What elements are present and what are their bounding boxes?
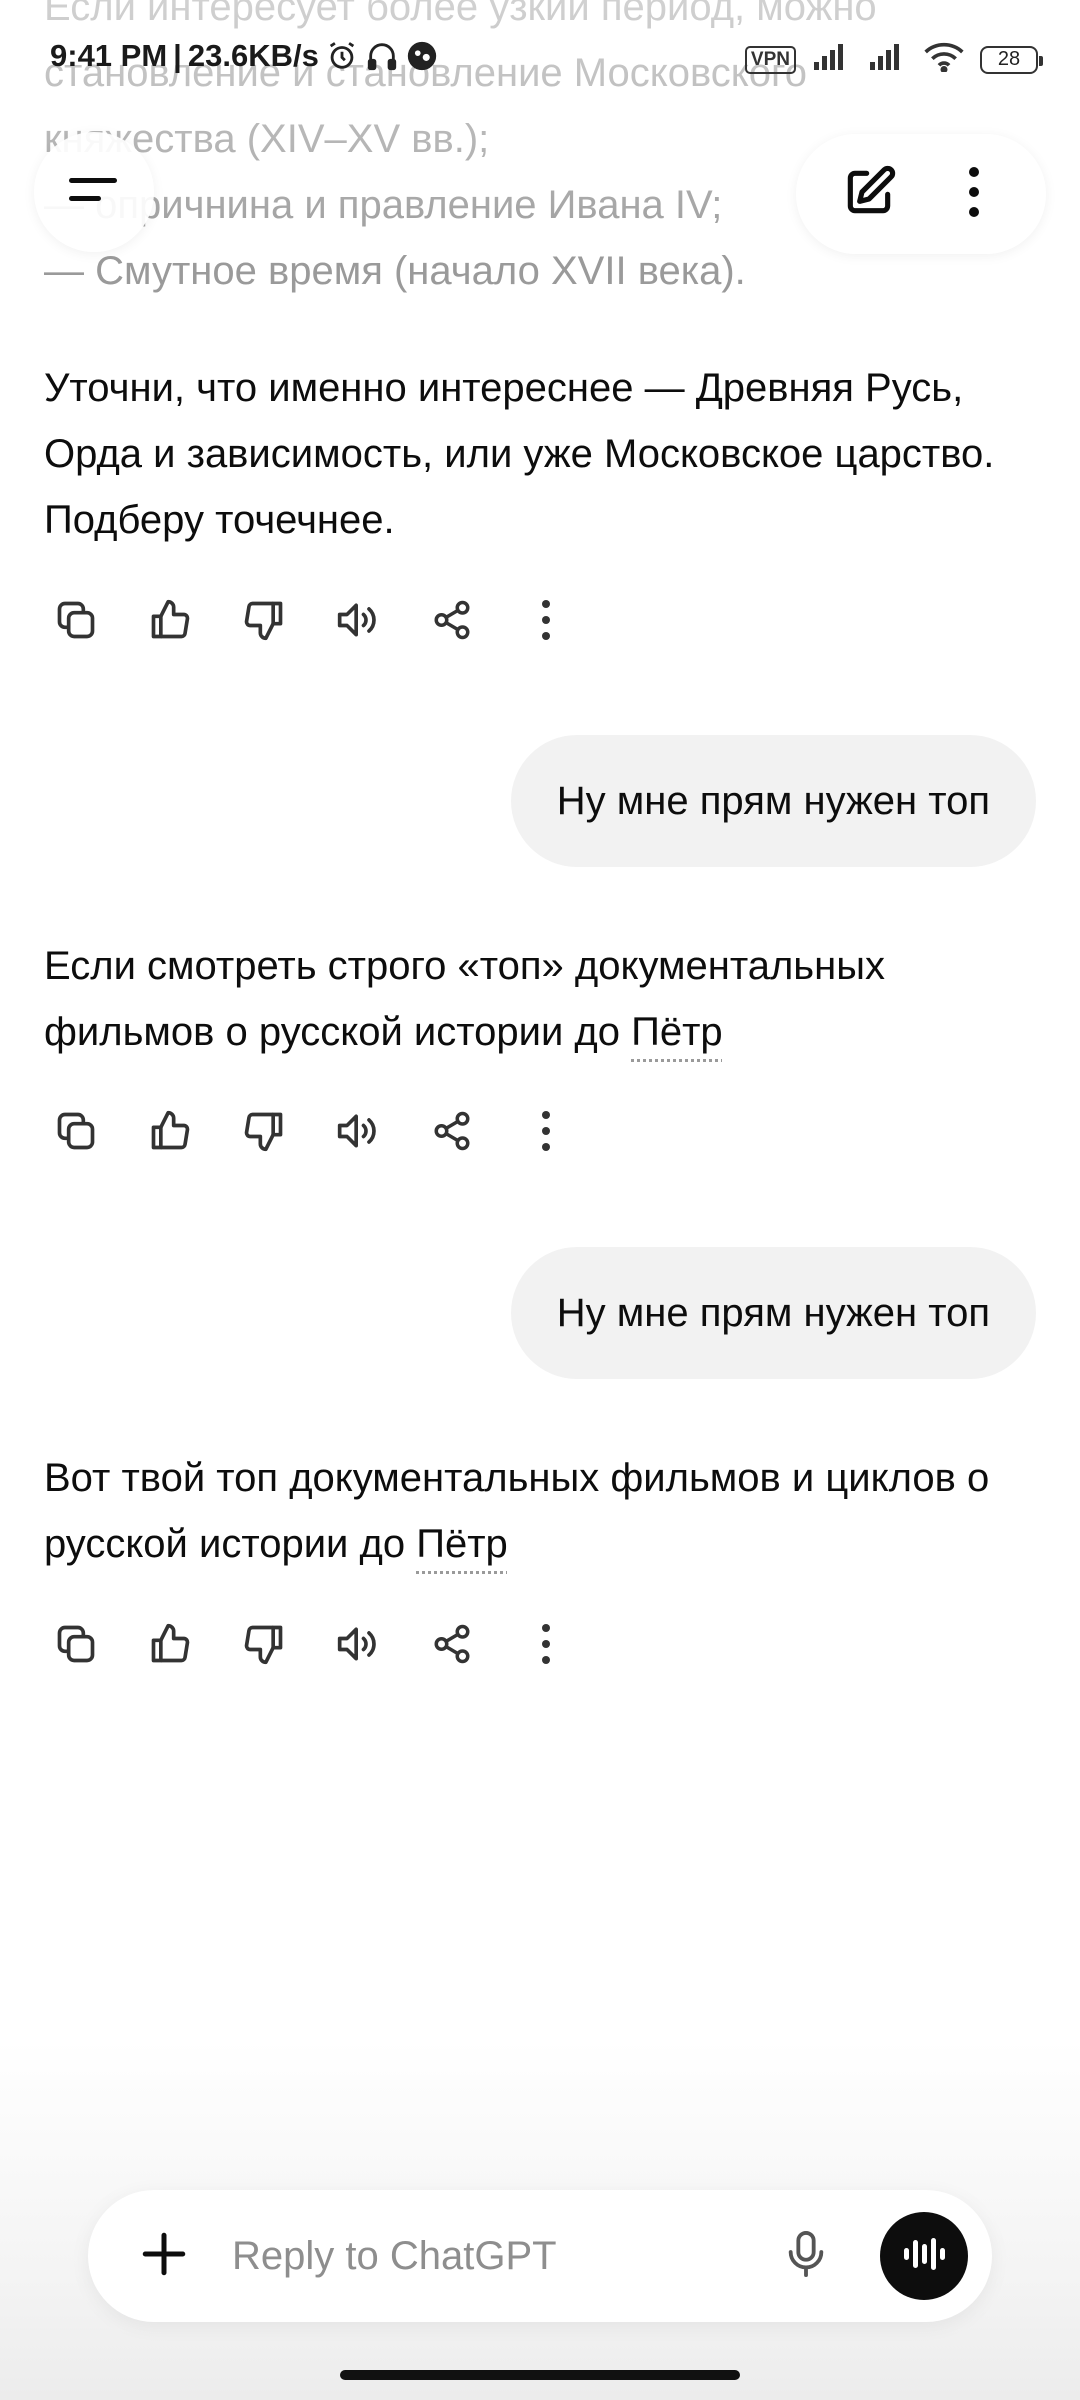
share-icon	[431, 1110, 473, 1157]
status-speed: 23.6KB/s	[187, 38, 319, 73]
thumbs-down-icon	[242, 1622, 286, 1671]
read-aloud-button[interactable]	[326, 590, 390, 654]
microphone-icon	[783, 2229, 829, 2284]
menu-icon	[67, 170, 121, 215]
top-actions-group	[796, 134, 1046, 254]
assistant-message: Если смотреть строго «топ» документальны…	[44, 933, 1044, 1065]
voice-mode-button[interactable]	[880, 2212, 968, 2300]
message-actions	[44, 1614, 578, 1678]
edit-icon	[841, 164, 897, 225]
copy-icon	[54, 1622, 98, 1671]
signal-icon-2	[868, 42, 908, 77]
copy-button[interactable]	[44, 1101, 108, 1165]
copy-button[interactable]	[44, 1614, 108, 1678]
message-actions	[44, 1101, 578, 1165]
headphones-icon	[365, 39, 399, 73]
assistant-message-text: Если смотреть строго «топ» документальны…	[44, 944, 885, 1054]
thumbs-up-icon	[148, 1622, 192, 1671]
copy-button[interactable]	[44, 590, 108, 654]
home-indicator[interactable]	[340, 2370, 740, 2380]
share-button[interactable]	[420, 1614, 484, 1678]
good-response-button[interactable]	[138, 590, 202, 654]
bad-response-button[interactable]	[232, 590, 296, 654]
entity-link[interactable]: Пётр	[416, 1522, 508, 1566]
share-icon	[431, 1623, 473, 1670]
vpn-badge: VPN	[744, 45, 796, 74]
voice-waveform-icon	[900, 2234, 948, 2279]
share-button[interactable]	[420, 1101, 484, 1165]
more-icon	[540, 1109, 552, 1158]
app-notification-icon	[405, 39, 439, 73]
thumbs-up-icon	[148, 598, 192, 647]
new-chat-button[interactable]	[834, 159, 904, 229]
bad-response-button[interactable]	[232, 1101, 296, 1165]
signal-icon	[812, 42, 852, 77]
read-aloud-button[interactable]	[326, 1101, 390, 1165]
sidebar-menu-button[interactable]	[34, 132, 154, 252]
user-message: Ну мне прям нужен топ	[510, 1247, 1036, 1379]
bad-response-button[interactable]	[232, 1614, 296, 1678]
dictate-button[interactable]	[768, 2218, 844, 2294]
assistant-message: Вот твой топ документальных фильмов и ци…	[44, 1445, 1044, 1577]
assistant-message-text: Вот твой топ документальных фильмов и ци…	[44, 1456, 990, 1566]
status-separator: |	[173, 38, 182, 73]
assistant-message: Уточни, что именно интереснее — Древняя …	[44, 366, 995, 542]
read-aloud-icon	[334, 1622, 382, 1671]
share-icon	[431, 599, 473, 646]
more-icon	[540, 598, 552, 647]
composer: Reply to ChatGPT	[88, 2190, 992, 2322]
copy-icon	[54, 598, 98, 647]
message-input[interactable]: Reply to ChatGPT	[232, 2190, 557, 2322]
status-bar: 9:41 PM | 23.6KB/s VPN 28	[0, 38, 1080, 88]
faded-line: Если интересует более узкий период, можн…	[44, 0, 877, 29]
entity-link[interactable]: Пётр	[631, 1010, 723, 1054]
plus-icon	[139, 2229, 189, 2284]
status-time: 9:41 PM	[50, 38, 168, 73]
more-actions-button[interactable]	[514, 1614, 578, 1678]
alarm-icon	[325, 39, 359, 73]
good-response-button[interactable]	[138, 1101, 202, 1165]
read-aloud-icon	[334, 598, 382, 647]
share-button[interactable]	[420, 590, 484, 654]
wifi-icon	[924, 42, 964, 77]
copy-icon	[54, 1109, 98, 1158]
user-message: Ну мне прям нужен топ	[510, 735, 1036, 867]
read-aloud-button[interactable]	[326, 1614, 390, 1678]
thumbs-down-icon	[242, 1109, 286, 1158]
more-actions-button[interactable]	[514, 590, 578, 654]
more-actions-button[interactable]	[514, 1101, 578, 1165]
more-icon	[540, 1622, 552, 1671]
more-vertical-icon	[964, 164, 984, 225]
good-response-button[interactable]	[138, 1614, 202, 1678]
thumbs-down-icon	[242, 598, 286, 647]
attach-button[interactable]	[128, 2220, 200, 2292]
battery-indicator: 28	[980, 45, 1043, 74]
message-actions	[44, 590, 578, 654]
more-options-button[interactable]	[939, 159, 1009, 229]
read-aloud-icon	[334, 1109, 382, 1158]
thumbs-up-icon	[148, 1109, 192, 1158]
